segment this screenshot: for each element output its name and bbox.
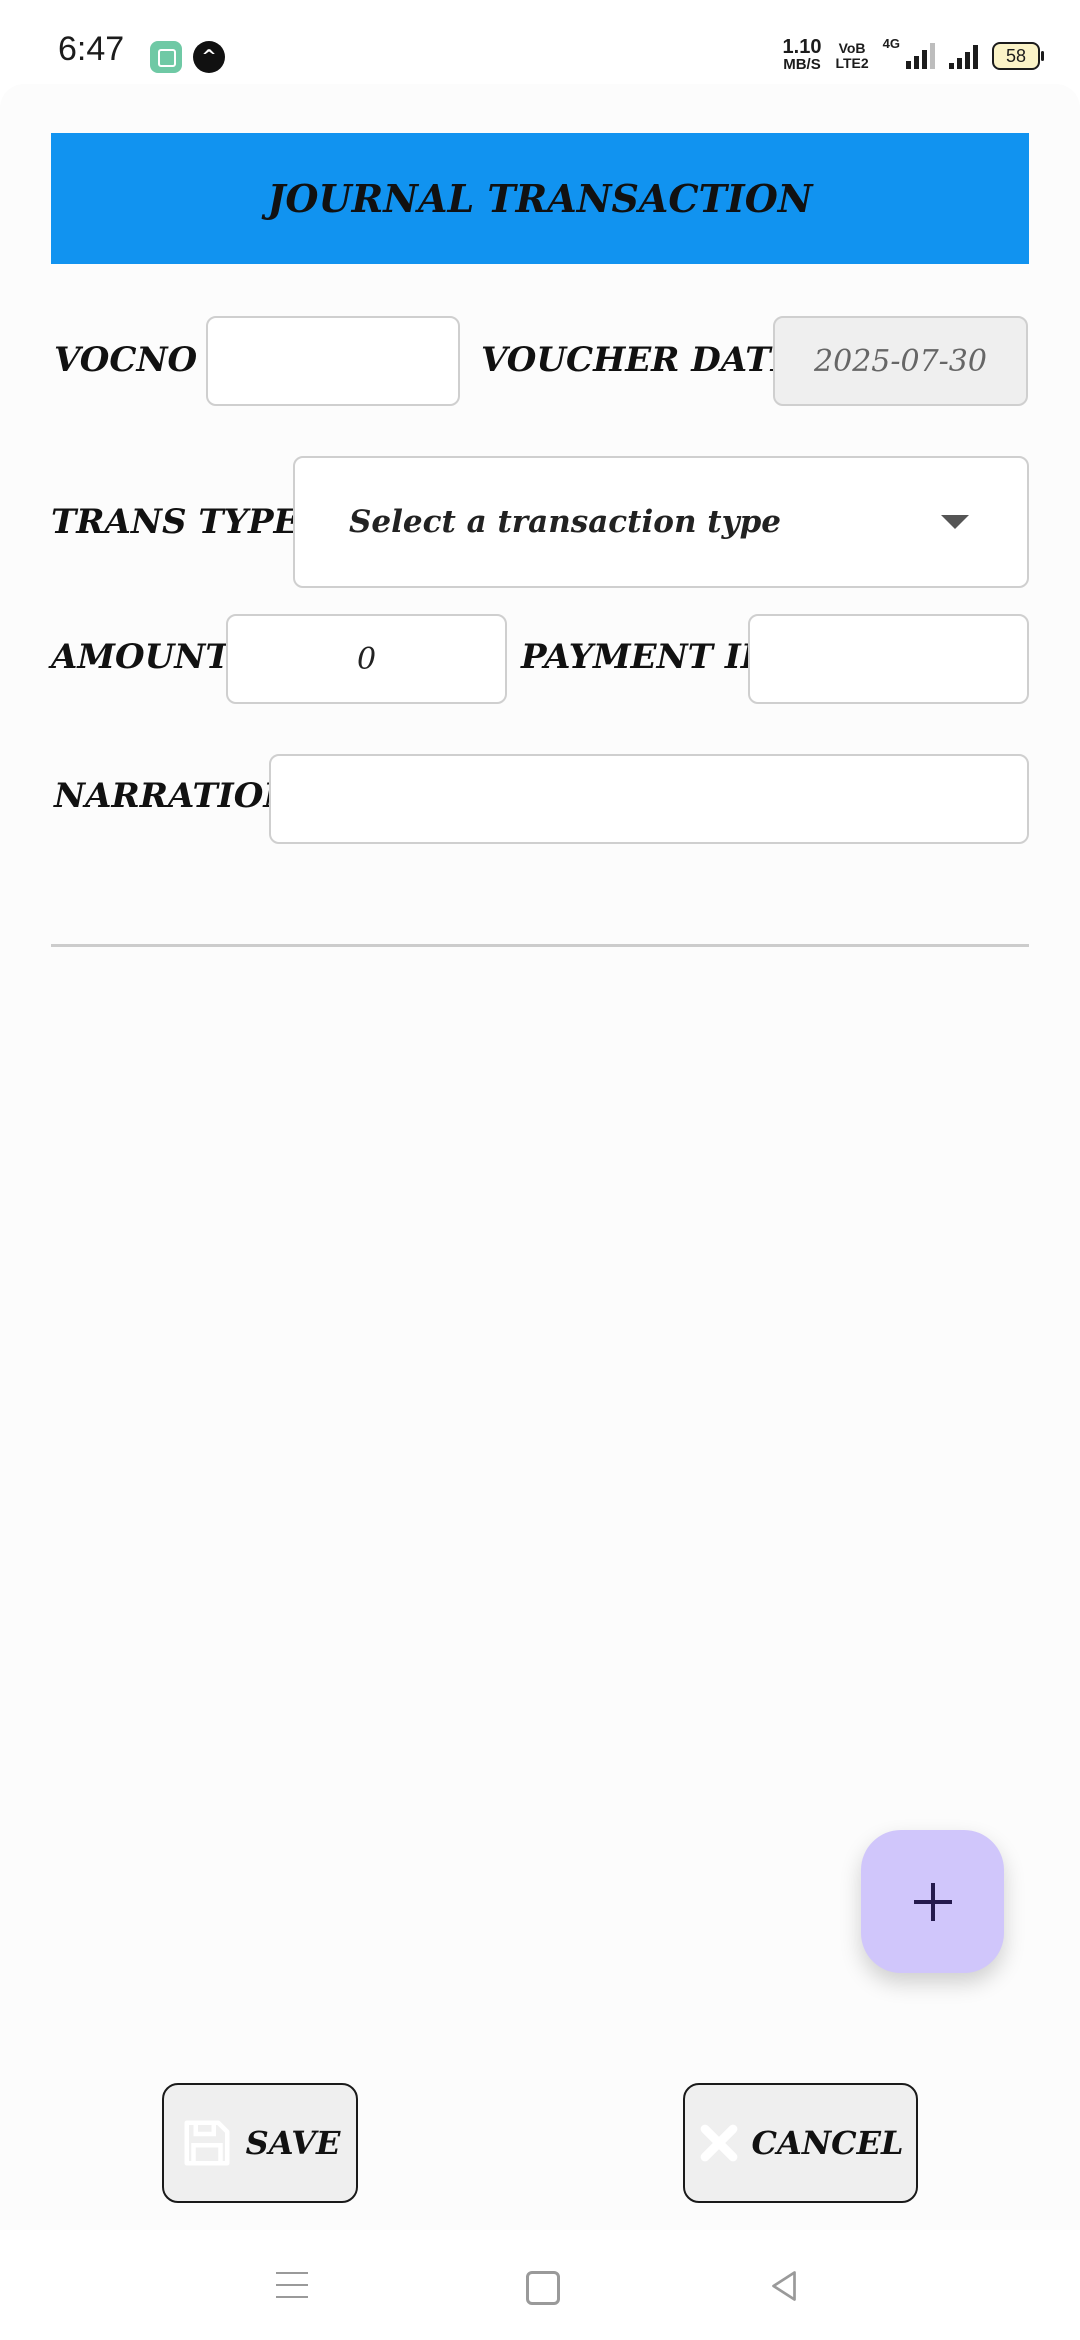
voucher-date-label: VOUCHER DATE : bbox=[481, 340, 821, 380]
trans-type-placeholder: Select a transaction type bbox=[349, 504, 782, 540]
page-title: JOURNAL TRANSACTION bbox=[267, 176, 813, 221]
system-nav-bar bbox=[0, 2230, 1080, 2340]
network-type: 4G bbox=[882, 36, 900, 51]
chevron-down-icon bbox=[941, 515, 969, 529]
signal-strength-icon-1 bbox=[906, 43, 935, 69]
save-label: SAVE bbox=[245, 2124, 341, 2162]
save-button[interactable]: SAVE bbox=[162, 2083, 358, 2203]
network-speed: 1.10 MB/S bbox=[782, 36, 822, 74]
divider bbox=[51, 944, 1029, 947]
network-speed-unit: MB/S bbox=[783, 56, 821, 73]
close-icon bbox=[700, 2124, 737, 2162]
menu-icon[interactable] bbox=[276, 2272, 308, 2298]
amount-input[interactable]: 0 bbox=[226, 614, 507, 704]
voucher-date-field: 2025-07-30 bbox=[773, 316, 1028, 406]
payment-id-input[interactable] bbox=[748, 614, 1029, 704]
plus-icon bbox=[913, 1882, 952, 1921]
home-icon[interactable] bbox=[526, 2271, 560, 2305]
cancel-button[interactable]: CANCEL bbox=[683, 2083, 918, 2203]
status-indicators: 1.10 MB/S VoB LTE2 4G 58 bbox=[782, 36, 1044, 76]
amount-label: AMOUNT : bbox=[51, 637, 256, 677]
add-entry-button[interactable] bbox=[861, 1830, 1004, 1973]
signal-strength-icon-2 bbox=[949, 43, 978, 69]
narration-input[interactable] bbox=[269, 754, 1029, 844]
back-icon[interactable] bbox=[766, 2268, 802, 2304]
volte-bottom: LTE2 bbox=[835, 55, 869, 71]
vocno-input[interactable] bbox=[206, 316, 460, 406]
volte-top: VoB bbox=[838, 40, 866, 56]
save-icon bbox=[184, 2120, 230, 2166]
trans-type-label: TRANS TYPE : bbox=[51, 502, 324, 542]
status-bar: 6:47 ^ 1.10 MB/S VoB LTE2 4G 58 bbox=[0, 0, 1080, 84]
expo-notification-icon: ^ bbox=[193, 41, 225, 73]
header-bar: JOURNAL TRANSACTION bbox=[51, 133, 1029, 264]
app-notification-icon bbox=[150, 41, 182, 73]
battery-icon: 58 bbox=[992, 42, 1044, 70]
trans-type-dropdown[interactable]: Select a transaction type bbox=[293, 456, 1029, 588]
cancel-label: CANCEL bbox=[751, 2124, 904, 2162]
status-time: 6:47 bbox=[58, 30, 125, 68]
app-screen: JOURNAL TRANSACTION VOCNO : VOUCHER DATE… bbox=[0, 84, 1080, 2230]
vocno-label: VOCNO : bbox=[54, 340, 222, 380]
volte-indicator: VoB LTE2 bbox=[835, 41, 868, 71]
network-speed-value: 1.10 bbox=[782, 36, 822, 58]
